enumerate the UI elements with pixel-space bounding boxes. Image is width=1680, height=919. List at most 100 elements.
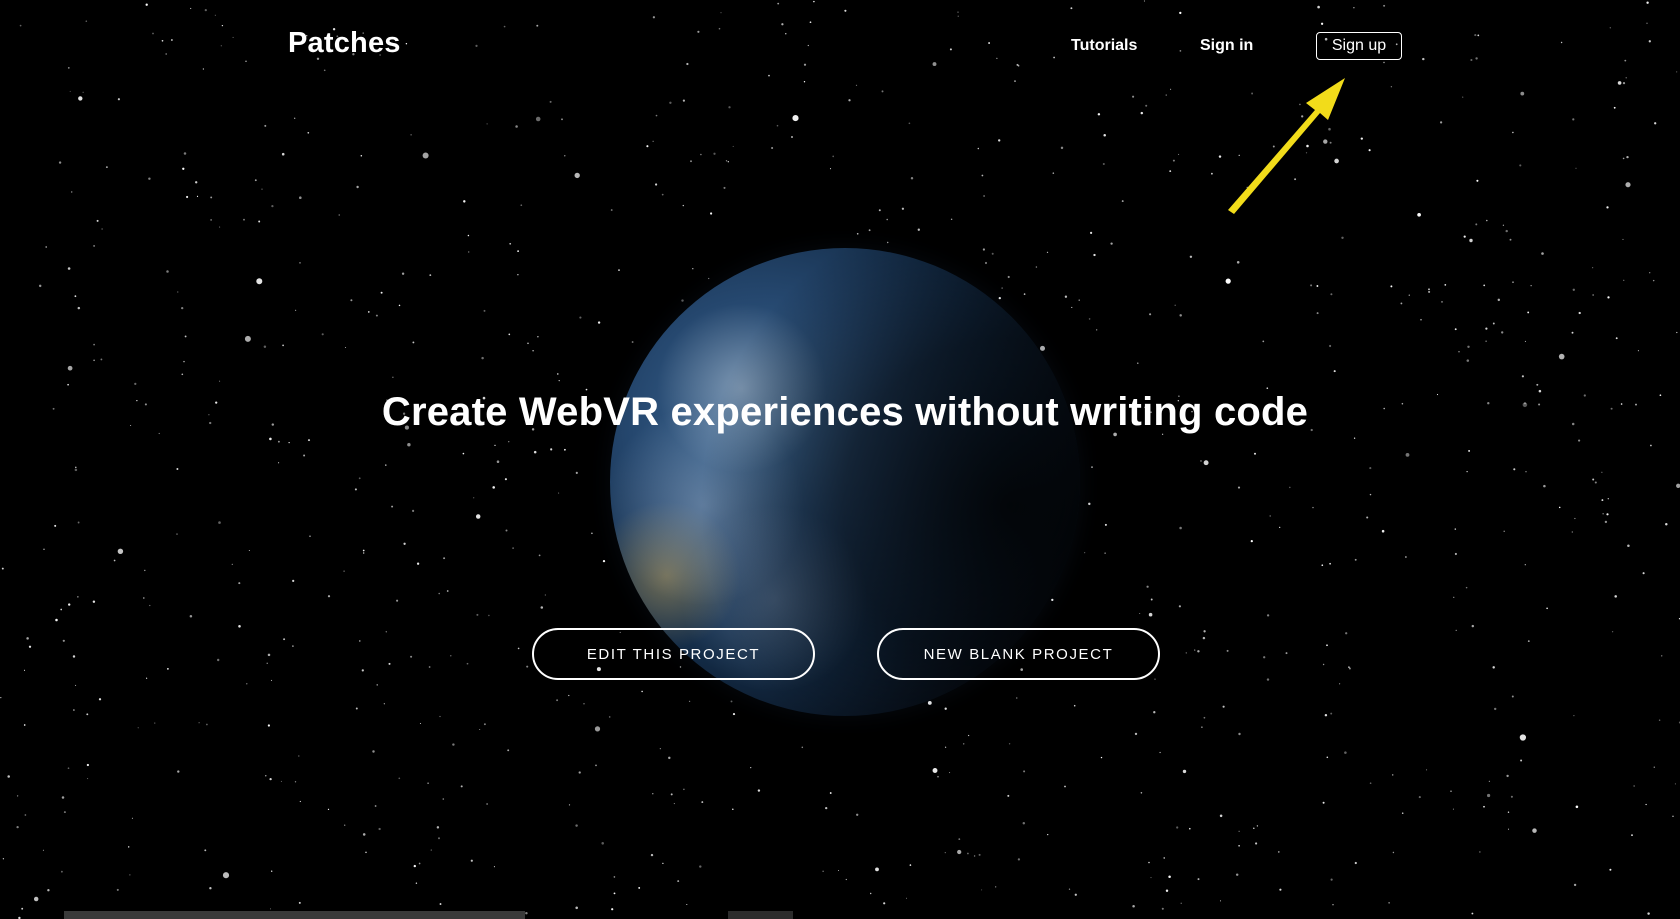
star	[832, 155, 835, 158]
star	[1513, 468, 1516, 471]
star	[1159, 751, 1161, 754]
star	[496, 460, 500, 463]
star	[966, 852, 969, 855]
nav-link-tutorials[interactable]: Tutorials	[1071, 37, 1137, 55]
star	[1093, 253, 1096, 257]
signup-button[interactable]: Sign up	[1316, 32, 1402, 60]
star	[1594, 481, 1597, 484]
star	[113, 559, 116, 562]
star	[327, 595, 331, 598]
star	[701, 801, 704, 804]
star	[1512, 281, 1514, 283]
star	[282, 344, 285, 347]
star	[1572, 288, 1575, 291]
star	[1486, 793, 1491, 798]
star	[983, 195, 985, 197]
star	[129, 874, 131, 876]
star	[1185, 652, 1188, 654]
star	[1609, 868, 1612, 871]
star	[1194, 649, 1196, 651]
star	[78, 96, 83, 101]
star	[166, 270, 169, 273]
new-blank-project-button[interactable]: NEW BLANK PROJECT	[877, 628, 1160, 680]
star	[1665, 523, 1668, 526]
bottom-panel-left	[64, 911, 525, 919]
star	[1140, 792, 1143, 794]
star	[338, 214, 340, 216]
star	[1201, 726, 1203, 728]
star	[1454, 328, 1457, 331]
star	[98, 698, 102, 701]
star	[363, 552, 365, 554]
star	[1633, 785, 1635, 787]
star	[1266, 614, 1270, 617]
star	[944, 746, 947, 748]
star	[682, 204, 685, 207]
star	[1543, 484, 1546, 488]
star	[595, 764, 597, 767]
star	[1573, 714, 1575, 717]
star	[1672, 815, 1674, 818]
star	[1145, 104, 1148, 107]
star	[493, 866, 495, 868]
star	[1279, 526, 1281, 529]
star	[67, 383, 69, 386]
star	[356, 185, 359, 189]
star	[67, 267, 71, 270]
star	[361, 669, 364, 672]
star	[652, 140, 654, 142]
star	[686, 903, 688, 906]
star	[410, 134, 412, 136]
star	[750, 766, 752, 769]
star	[365, 851, 367, 854]
star	[463, 200, 466, 203]
star	[1262, 340, 1265, 343]
star	[1179, 526, 1182, 530]
star	[1611, 631, 1614, 633]
star	[517, 274, 519, 276]
star	[93, 244, 96, 247]
star	[927, 700, 932, 705]
star	[72, 655, 76, 658]
star	[732, 713, 736, 716]
star	[1250, 539, 1253, 543]
star	[452, 743, 455, 746]
star	[669, 101, 672, 104]
star	[613, 892, 616, 895]
star	[1572, 118, 1575, 121]
star	[1202, 636, 1206, 640]
star	[385, 631, 387, 633]
star	[270, 679, 273, 681]
star	[1369, 782, 1372, 785]
star	[77, 596, 79, 598]
star	[243, 218, 245, 221]
star	[677, 880, 680, 883]
star	[1197, 878, 1200, 881]
star	[1312, 506, 1314, 509]
star	[1137, 362, 1139, 364]
star	[1418, 796, 1421, 799]
star	[1510, 795, 1513, 798]
star	[575, 471, 578, 474]
logo[interactable]: Patches	[288, 27, 401, 60]
star	[217, 658, 220, 662]
star	[578, 771, 581, 774]
star	[24, 814, 27, 816]
edit-project-button[interactable]: EDIT THIS PROJECT	[532, 628, 815, 680]
star	[1354, 558, 1357, 561]
star	[467, 234, 470, 237]
star	[1329, 562, 1331, 565]
star	[283, 638, 286, 641]
nav-link-signin[interactable]: Sign in	[1200, 37, 1253, 55]
star	[1256, 825, 1259, 827]
star	[1471, 624, 1475, 628]
star	[1452, 808, 1454, 810]
star	[1064, 785, 1066, 788]
star	[978, 853, 981, 856]
star	[984, 261, 988, 265]
star	[1016, 697, 1018, 699]
star	[1197, 650, 1200, 653]
star	[723, 186, 726, 189]
star	[1253, 452, 1257, 455]
star	[771, 146, 774, 150]
